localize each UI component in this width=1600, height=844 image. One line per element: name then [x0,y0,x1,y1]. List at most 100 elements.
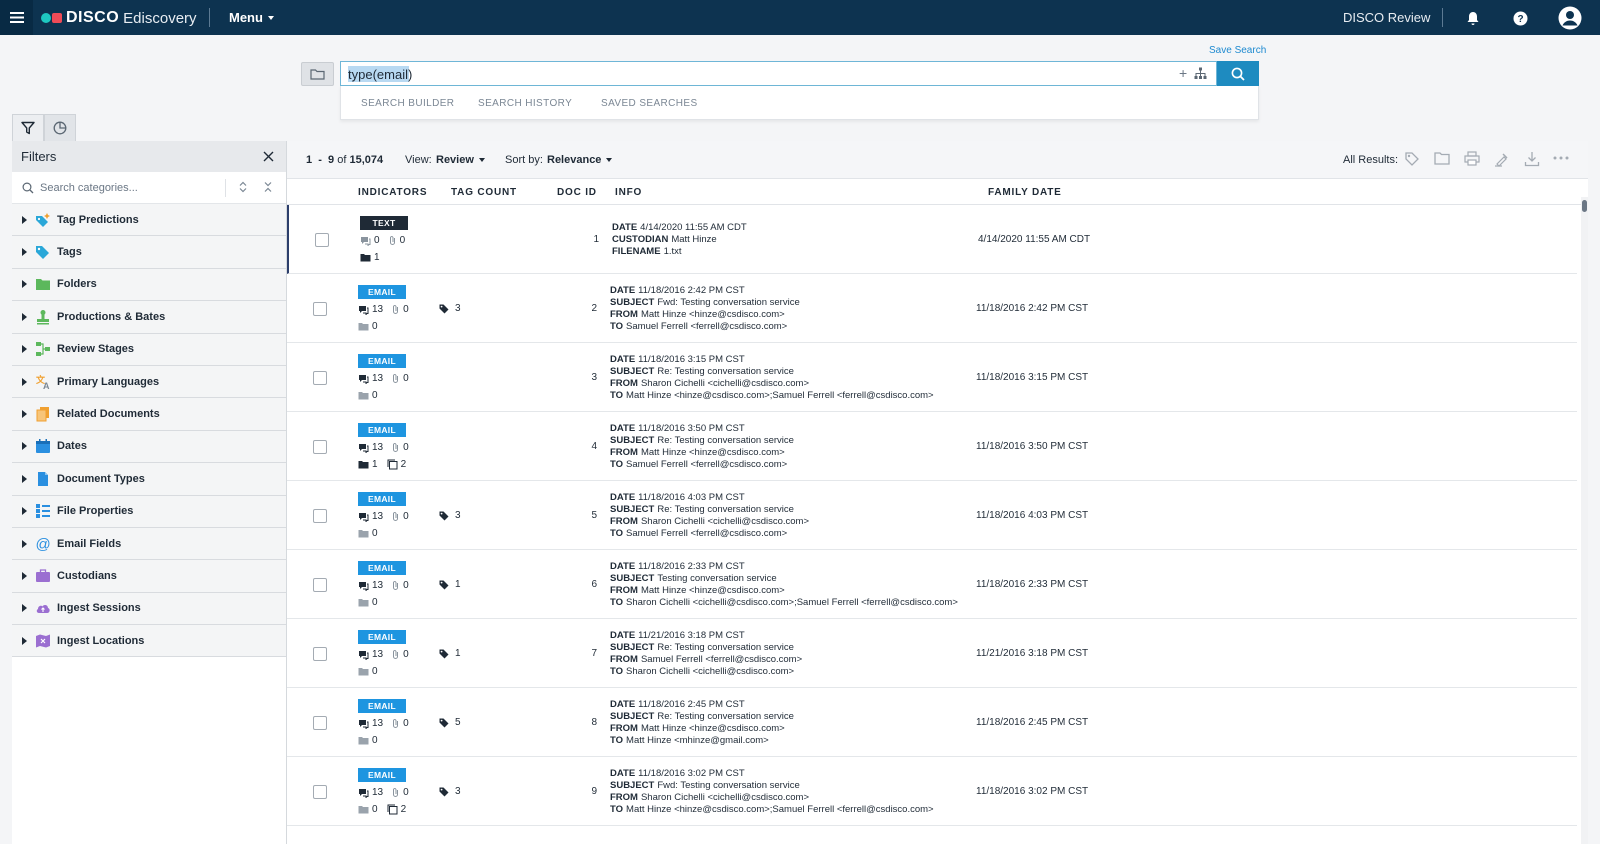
bell-icon[interactable] [1462,7,1484,29]
column-tag-count[interactable]: TAG COUNT [451,187,517,198]
caret-right-icon[interactable] [22,571,27,580]
search-tree-icon[interactable] [1194,67,1207,80]
table-row[interactable]: EMAIL 13 0 0 3 DATE 11/18/2016 3:15 PM CST S… [287,343,1577,412]
results-scrollbar[interactable] [1581,197,1588,844]
caret-right-icon[interactable] [22,312,27,321]
row-checkbox[interactable] [313,647,327,661]
sort-dropdown[interactable]: Relevance [547,154,613,166]
save-search-link[interactable]: Save Search [1209,45,1266,56]
doc-info[interactable]: DATE 11/18/2016 2:45 PM CST SUBJECT Re: Tes… [610,699,794,747]
table-row[interactable]: EMAIL 13 0 0 2 3 9 DATE 11/18/2016 3:02 PM … [287,757,1577,826]
tab-saved-searches[interactable]: SAVED SEARCHES [601,98,698,109]
column-info[interactable]: INFO [615,187,642,198]
menu-dropdown[interactable]: Menu [229,10,274,25]
user-avatar-icon[interactable] [1557,5,1583,31]
caret-right-icon[interactable] [22,345,27,354]
info-field-value: Fwd: Testing conversation service [657,297,800,308]
filter-category-custodians[interactable]: Custodians [12,560,286,593]
print-icon[interactable] [1464,151,1480,166]
tag-icon[interactable] [1404,151,1420,167]
caret-right-icon[interactable] [22,248,27,257]
table-row[interactable]: EMAIL 13 0 0 1 7 DATE 11/21/2016 3:18 PM CS… [287,619,1577,688]
collapse-all-icon[interactable] [263,181,273,193]
filter-category-tags[interactable]: Tags [12,236,286,269]
caret-right-icon[interactable] [22,507,27,516]
search-query-input[interactable] [348,65,1148,83]
filter-category-email-fields[interactable]: @ Email Fields [12,527,286,561]
filter-category-review-stages[interactable]: Review Stages [12,333,286,366]
row-checkbox[interactable] [313,440,327,454]
doc-info[interactable]: DATE 11/18/2016 2:33 PM CST SUBJECT Testing… [610,561,958,609]
caret-right-icon[interactable] [22,474,27,483]
table-row[interactable]: EMAIL 13 0 0 1 6 DATE 11/18/2016 2:33 PM CS… [287,550,1577,619]
tab-search-builder[interactable]: SEARCH BUILDER [361,98,454,109]
filter-category-productions-bates[interactable]: Productions & Bates [12,301,286,334]
doc-info[interactable]: DATE 11/18/2016 3:50 PM CST SUBJECT Re: Tes… [610,423,794,471]
row-checkbox[interactable] [313,302,327,316]
filter-category-ingest-sessions[interactable]: Ingest Sessions [12,592,286,626]
table-row[interactable]: EMAIL 13 0 0 5 8 DATE 11/18/2016 2:45 PM CS… [287,688,1577,757]
table-row[interactable]: EMAIL 13 0 0 3 5 DATE 11/18/2016 4:03 PM CS… [287,481,1577,550]
caret-right-icon[interactable] [22,604,27,613]
filter-category-related-documents[interactable]: Related Documents [12,398,286,431]
row-checkbox[interactable] [313,716,327,730]
caret-right-icon[interactable] [22,377,27,386]
doc-info[interactable]: DATE 4/14/2020 11:55 AM CDT CUSTODIAN Matt … [612,222,747,258]
download-icon[interactable] [1524,151,1540,167]
doc-info[interactable]: DATE 11/18/2016 2:42 PM CST SUBJECT Fwd: Te… [610,285,800,333]
doc-info[interactable]: DATE 11/18/2016 4:03 PM CST SUBJECT Re: Tes… [610,492,809,540]
doc-info[interactable]: DATE 11/18/2016 3:15 PM CST SUBJECT Re: Tes… [610,354,934,402]
row-checkbox[interactable] [313,785,327,799]
filter-category-dates[interactable]: Dates [12,430,286,464]
tab-search-history[interactable]: SEARCH HISTORY [478,98,572,109]
filter-category-primary-languages[interactable]: 文A Primary Languages [12,365,286,399]
scrollbar-thumb[interactable] [1582,200,1587,212]
more-options-icon[interactable] [1553,156,1569,160]
tab-analytics[interactable] [44,114,76,141]
doc-info[interactable]: DATE 11/21/2016 3:18 PM CST SUBJECT Re: Tes… [610,630,802,678]
search-submit-button[interactable] [1217,61,1259,86]
column-indicators[interactable]: INDICATORS [358,187,427,198]
hamburger-menu-icon[interactable] [0,0,33,35]
table-row[interactable]: EMAIL 13 0 0 3 2 DATE 11/18/2016 2:42 PM CS… [287,274,1577,343]
filter-category-file-properties[interactable]: File Properties [12,495,286,528]
filter-category-ingest-locations[interactable]: Ingest Locations [12,625,286,658]
filter-category-document-types[interactable]: Document Types [12,463,286,496]
column-doc-id[interactable]: DOC ID [557,187,597,198]
table-row[interactable]: TEXT 0 0 1 1 DATE 4/14/2020 11:55 AM CDT CUS… [287,205,1577,274]
folder-icon [358,805,369,814]
row-checkbox[interactable] [313,509,327,523]
table-row[interactable]: EMAIL 13 0 1 2 4 DATE 11/18/2016 3:50 PM CS… [287,412,1577,481]
row-checkbox[interactable] [315,233,329,247]
expand-all-icon[interactable] [238,181,248,193]
close-icon[interactable] [263,151,274,162]
search-query-box[interactable]: + [340,61,1217,86]
redact-icon[interactable] [1494,151,1510,167]
view-dropdown[interactable]: Review [436,154,485,166]
caret-right-icon[interactable] [22,215,27,224]
map-icon [35,633,51,649]
caret-right-icon[interactable] [22,280,27,289]
caret-right-icon[interactable] [22,410,27,419]
family-icon [387,804,398,815]
doc-info[interactable]: DATE 11/18/2016 3:02 PM CST SUBJECT Fwd: Te… [610,768,934,816]
disco-logo[interactable]: DISCO Ediscovery [41,8,197,28]
folder-icon[interactable] [1434,151,1450,165]
row-checkbox[interactable] [313,578,327,592]
caret-right-icon[interactable] [22,539,27,548]
filter-category-tag-predictions[interactable]: Tag Predictions [12,204,286,237]
tab-filters[interactable] [12,114,44,141]
folder-icon [358,736,369,745]
help-icon[interactable]: ? [1509,7,1531,29]
tag-icon [439,511,449,521]
category-search-input[interactable] [40,181,210,194]
filter-category-folders[interactable]: Folders [12,268,286,302]
caret-right-icon[interactable] [22,636,27,645]
folder-browse-button[interactable] [301,62,334,86]
product-name[interactable]: DISCO Review [1343,10,1430,25]
row-checkbox[interactable] [313,371,327,385]
column-family-date[interactable]: FAMILY DATE [988,187,1062,198]
caret-right-icon[interactable] [22,442,27,451]
paperclip-icon [391,373,400,384]
add-term-icon[interactable]: + [1179,65,1187,81]
